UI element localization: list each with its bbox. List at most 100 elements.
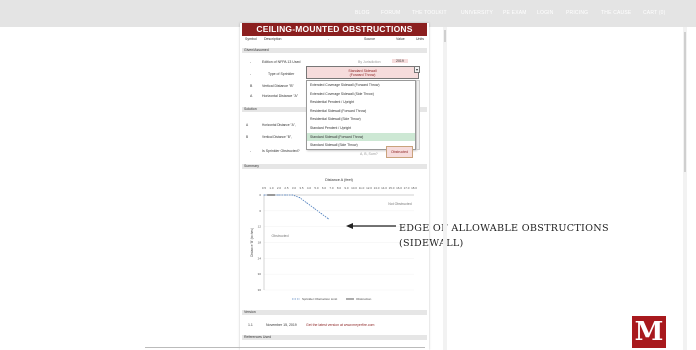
dropdown-option[interactable]: Residential Pendent / Upright bbox=[307, 98, 415, 107]
given-description: Vertical Distance "B" bbox=[262, 84, 294, 88]
data-point bbox=[274, 194, 276, 196]
page-scrollbar-thumb[interactable] bbox=[684, 32, 686, 172]
y-tick-label: 24 bbox=[258, 256, 262, 260]
x-tick-label: 1.0 bbox=[269, 186, 274, 190]
callout-arrow-icon bbox=[346, 223, 396, 229]
given-symbol: A bbox=[250, 94, 253, 98]
dropdown-option[interactable]: Residential Sidewall (Side Throw) bbox=[307, 115, 415, 124]
logo-letter: M bbox=[634, 317, 664, 347]
solution-symbol: B bbox=[246, 135, 249, 139]
x-tick-label: 4.0 bbox=[307, 186, 312, 190]
annotation-not-obstructed: Not Obstructed bbox=[388, 202, 412, 206]
nav-cart[interactable]: CART (0) bbox=[643, 10, 666, 16]
dropdown-scrollbar[interactable] bbox=[416, 80, 420, 150]
data-point bbox=[306, 202, 308, 204]
x-tick-label: 14.0 bbox=[381, 186, 387, 190]
x-tick-label: 18.0 bbox=[411, 186, 417, 190]
nav-the-cause[interactable]: THE CAUSE bbox=[601, 10, 631, 16]
series-line bbox=[264, 194, 329, 220]
divider bbox=[145, 347, 425, 348]
solution-source: A, B, Sum? bbox=[360, 152, 378, 156]
nav-toolkit[interactable]: THE TOOLKIT bbox=[412, 10, 447, 16]
x-tick-label: 12.0 bbox=[366, 186, 372, 190]
callout-line1: EDGE OF ALLOWABLE OBSTRUCTIONS bbox=[399, 223, 609, 234]
given-symbol: - bbox=[250, 72, 252, 76]
nav-pricing[interactable]: PRICING bbox=[566, 10, 588, 16]
col-header-source: Source bbox=[364, 37, 376, 41]
dropdown-option-selected[interactable]: Standard Sidewall (Forward Throw) bbox=[307, 132, 415, 142]
legend-label: Obstruction bbox=[356, 297, 372, 301]
given-symbol: - bbox=[250, 60, 252, 64]
dropdown-option[interactable]: Standard Pendent / Upright bbox=[307, 124, 415, 133]
x-tick-label: 16.0 bbox=[396, 186, 402, 190]
sheet-scrollbar-thumb[interactable] bbox=[444, 30, 446, 42]
data-point bbox=[263, 194, 265, 196]
x-tick-label: 6.0 bbox=[322, 186, 327, 190]
nav-pe-exam[interactable]: PE EXAM bbox=[503, 10, 527, 16]
x-tick-label: 13.0 bbox=[374, 186, 380, 190]
given-description: Horizontal Distance "A" bbox=[262, 94, 299, 98]
x-tick-label: 15.0 bbox=[389, 186, 395, 190]
data-point bbox=[313, 207, 315, 209]
y-tick-label: 0 bbox=[259, 193, 261, 197]
sprinkler-type-dropdown: Extended Coverage Sidewall (Forward Thro… bbox=[306, 80, 416, 150]
sheet-title: CEILING-MOUNTED OBSTRUCTIONS bbox=[242, 23, 427, 36]
x-tick-label: 7.0 bbox=[329, 186, 334, 190]
y-axis-label: Distance 'B' (inches) bbox=[250, 228, 254, 257]
x-tick-label: 11.0 bbox=[359, 186, 365, 190]
annotation-obstructed: Obstructed bbox=[271, 234, 288, 238]
data-point bbox=[292, 194, 294, 196]
given-symbol: B bbox=[250, 84, 253, 88]
given-section-header: Given/Assumed bbox=[242, 48, 427, 53]
solution-description: Is Sprinkler Obstructed? bbox=[262, 149, 300, 153]
x-tick-label: 10.0 bbox=[351, 186, 357, 190]
solution-description: Vertical Distance "B", bbox=[262, 135, 292, 139]
x-tick-label: 2.0 bbox=[277, 186, 282, 190]
x-tick-label: 3.0 bbox=[292, 186, 297, 190]
callout-label: EDGE OF ALLOWABLE OBSTRUCTIONS (SIDEWALL… bbox=[399, 221, 609, 251]
solution-description: Horizontal Distance "A", bbox=[262, 123, 296, 127]
given-description: Edition of NFPA 13 Used bbox=[262, 60, 301, 64]
selected-sprinkler-line2: (Forward Throw) bbox=[349, 73, 376, 77]
dropdown-option[interactable]: Residential Sidewall (Forward Throw) bbox=[307, 107, 415, 116]
y-tick-label: 12 bbox=[258, 225, 262, 229]
col-header-symbol: Symbol bbox=[245, 37, 257, 41]
col-header-units: Units bbox=[416, 37, 424, 41]
x-tick-label: 3.5 bbox=[299, 186, 304, 190]
sheet-scrollbar[interactable] bbox=[443, 27, 447, 350]
version-section-header: Version bbox=[242, 310, 427, 315]
obstructed-result: Obstructed bbox=[386, 146, 413, 158]
col-header-dash: - bbox=[328, 37, 330, 41]
version-date: November 15, 2019 bbox=[266, 323, 297, 327]
legend-label: Sprinkler Obstruction Limit bbox=[302, 297, 337, 301]
x-tick-label: 17.0 bbox=[404, 186, 410, 190]
summary-section-header: Summary bbox=[242, 164, 427, 169]
given-source: By Jurisdiction bbox=[358, 60, 381, 64]
x-tick-label: 0.5 bbox=[262, 186, 267, 190]
nfpa-edition-value[interactable]: 2019 bbox=[392, 59, 408, 63]
version-link[interactable]: Get the latest version at www.meyerfire.… bbox=[306, 323, 374, 327]
chevron-down-icon[interactable]: ▾ bbox=[414, 66, 420, 73]
dropdown-option[interactable]: Extended Coverage Sidewall (Forward Thro… bbox=[307, 81, 415, 90]
solution-symbol: - bbox=[250, 149, 252, 153]
solution-symbol: A bbox=[246, 123, 249, 127]
version-number: 1.1 bbox=[248, 323, 253, 327]
nav-blog[interactable]: BLOG bbox=[355, 10, 370, 16]
y-tick-label: 30 bbox=[258, 272, 262, 276]
y-tick-label: 6 bbox=[259, 209, 261, 213]
dropdown-option[interactable]: Extended Coverage Sidewall (Side Throw) bbox=[307, 90, 415, 99]
meyerfire-logo[interactable]: M bbox=[632, 316, 666, 348]
x-tick-label: 9.0 bbox=[344, 186, 349, 190]
y-tick-label: 36 bbox=[258, 288, 262, 292]
nav-university[interactable]: UNIVERSITY bbox=[461, 10, 493, 16]
col-header-description: Description bbox=[264, 37, 282, 41]
nav-forum[interactable]: FORUM bbox=[381, 10, 400, 16]
x-tick-label: 5.0 bbox=[314, 186, 319, 190]
data-point bbox=[284, 194, 286, 196]
sprinkler-type-select[interactable]: Standard Sidewall (Forward Throw) bbox=[306, 66, 419, 79]
data-point bbox=[299, 197, 301, 199]
given-description: Type of Sprinkler bbox=[268, 72, 295, 76]
x-tick-label: 2.5 bbox=[284, 186, 289, 190]
nav-login[interactable]: LOGIN bbox=[537, 10, 554, 16]
data-point bbox=[277, 194, 279, 196]
